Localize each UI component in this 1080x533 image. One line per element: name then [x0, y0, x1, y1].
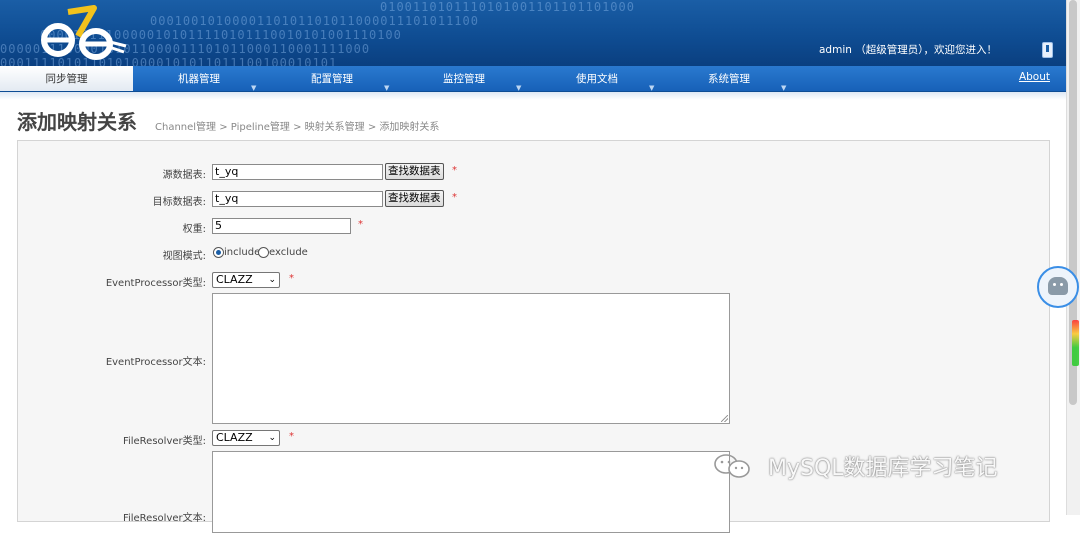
file-resolver-type-label: FileResolver类型: [122, 436, 206, 447]
weight-label: 权重: [182, 224, 206, 235]
required-mark: * [358, 219, 363, 230]
event-processor-textarea[interactable] [212, 293, 730, 424]
nav-item-sync[interactable]: 同步管理 [0, 66, 133, 91]
file-resolver-textarea[interactable] [212, 451, 730, 533]
wechat-icon [714, 454, 750, 478]
find-source-table-button[interactable]: 查找数据表 [385, 163, 444, 180]
view-mode-label: 视图模式: [162, 251, 206, 262]
required-mark: * [452, 165, 457, 176]
chevron-down-icon: ⌄ [268, 275, 276, 285]
required-mark: * [452, 192, 457, 203]
nav-item-docs[interactable]: 使用文档 ▼ [576, 66, 654, 92]
header-banner: 0100110101110101001101101101000 00010010… [0, 0, 1067, 66]
event-processor-type-label: EventProcessor类型: [105, 278, 206, 289]
nav-item-label: 配置管理 [311, 73, 353, 85]
event-processor-text-label: EventProcessor文本: [105, 357, 206, 368]
nav-item-config[interactable]: 配置管理 ▼ [311, 66, 389, 92]
required-mark: * [289, 273, 294, 284]
about-link[interactable]: About [1019, 71, 1050, 83]
breadcrumb: Channel管理 > Pipeline管理 > 映射关系管理 > 添加映射关系 [155, 122, 440, 133]
find-target-table-button[interactable]: 查找数据表 [385, 190, 444, 207]
include-label: include [224, 247, 261, 258]
target-table-label: 目标数据表: [152, 197, 206, 208]
nav-shadow [0, 92, 1067, 100]
page-title: 添加映射关系 [17, 110, 137, 134]
assistant-avatar-icon[interactable] [1037, 266, 1079, 308]
nav-item-monitor[interactable]: 监控管理 ▼ [443, 66, 521, 92]
exclude-label: exclude [269, 247, 308, 258]
nav-item-machine[interactable]: 机器管理 ▼ [178, 66, 256, 92]
target-table-input[interactable]: t_yq [212, 191, 383, 207]
robot-face-icon [1048, 277, 1068, 295]
file-resolver-text-label: FileResolver文本: [122, 513, 206, 524]
nav-item-label: 监控管理 [443, 73, 485, 85]
selected-value: CLAZZ [216, 273, 253, 286]
nav-item-label: 使用文档 [576, 73, 618, 85]
event-processor-type-select[interactable]: CLAZZ ⌄ [212, 272, 280, 288]
nav-item-label: 机器管理 [178, 73, 220, 85]
resize-grip-icon[interactable] [721, 415, 728, 422]
otter-logo-icon [41, 5, 127, 60]
exclude-radio[interactable] [258, 247, 269, 258]
required-mark: * [289, 431, 294, 442]
source-table-label: 源数据表: [162, 170, 206, 181]
include-radio[interactable] [213, 247, 224, 258]
page-scrollbar[interactable] [1066, 0, 1080, 515]
selected-value: CLAZZ [216, 431, 253, 444]
nav-item-label: 同步管理 [45, 73, 88, 85]
chevron-down-icon: ⌄ [268, 433, 276, 443]
nav-item-system[interactable]: 系统管理 ▼ [708, 66, 786, 92]
nav-item-label: 系统管理 [708, 73, 750, 85]
file-resolver-type-select[interactable]: CLAZZ ⌄ [212, 430, 280, 446]
mobile-icon[interactable] [1042, 42, 1053, 58]
weight-input[interactable]: 5 [212, 218, 351, 234]
main-nav: 同步管理 机器管理 ▼ 配置管理 ▼ 监控管理 ▼ 使用文档 ▼ 系统管理 ▼ … [0, 66, 1067, 92]
source-table-input[interactable]: t_yq [212, 164, 383, 180]
level-meter-icon [1072, 320, 1079, 366]
welcome-text: admin （超级管理员），欢迎您进入！ [819, 44, 997, 56]
watermark-text: MySQL数据库学习笔记 [768, 456, 998, 481]
